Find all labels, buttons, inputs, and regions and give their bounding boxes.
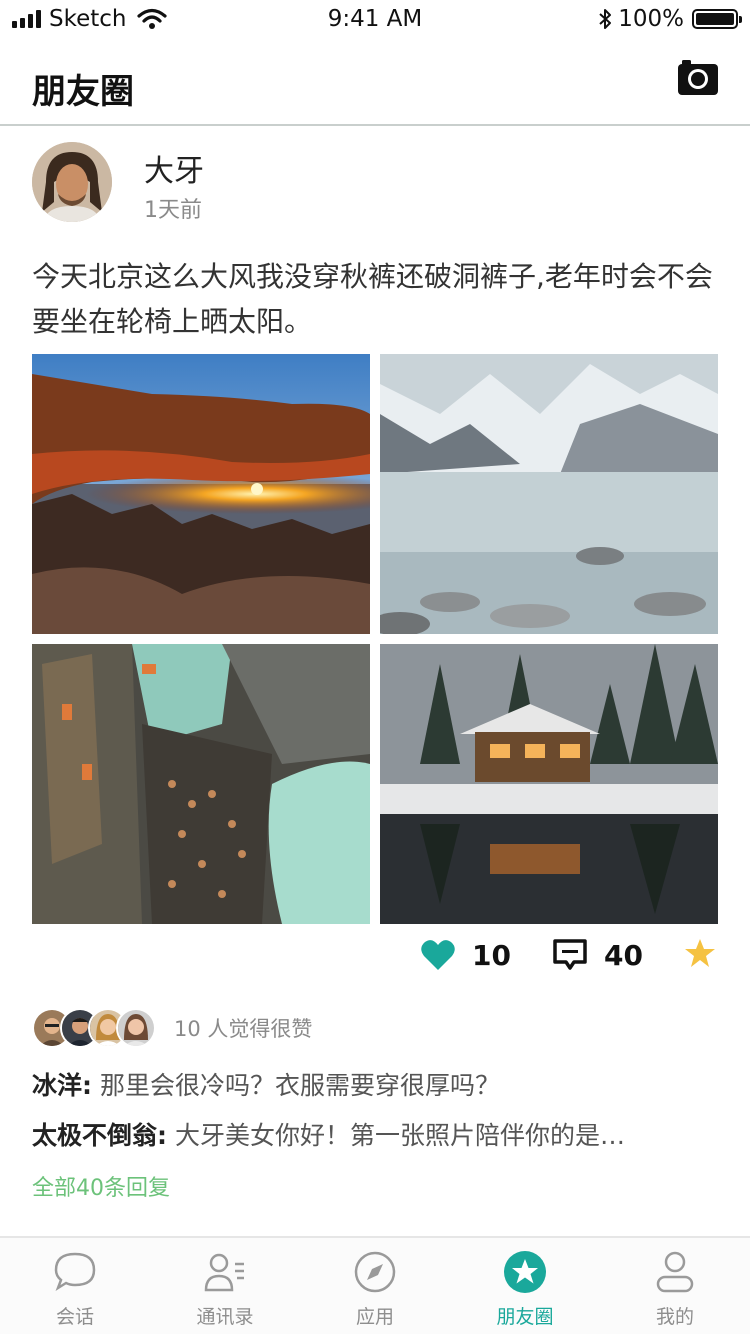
tab-label: 通讯录 bbox=[196, 1306, 254, 1328]
comment-text: 那里会很冷吗？衣服需要穿很厚吗？ bbox=[92, 1071, 500, 1100]
favorite-button[interactable] bbox=[684, 938, 716, 968]
post-time: 1天前 bbox=[144, 198, 202, 223]
comment-item[interactable]: 太极不倒翁: 大牙美女你好！第一张照片陪伴你的是… bbox=[32, 1116, 722, 1152]
tab-me[interactable]: 我的 bbox=[600, 1238, 750, 1334]
author-name[interactable]: 大牙 bbox=[144, 146, 204, 190]
tab-label: 朋友圈 bbox=[496, 1306, 554, 1328]
camera-icon[interactable] bbox=[676, 58, 720, 98]
avatar bbox=[116, 1008, 156, 1048]
comment-button[interactable]: 40 bbox=[552, 938, 643, 972]
post-actions: 10 40 bbox=[0, 938, 750, 982]
snowy-mountain-lake-photo[interactable] bbox=[380, 354, 718, 634]
post-text: 今天北京这么大风我没穿秋裤还破洞裤子,老年时会不会要坐在轮椅上晒太阳。 bbox=[32, 260, 713, 338]
likes-text: 10 人觉得很赞 bbox=[174, 1017, 313, 1041]
status-bar: Sketch 9:41 AM 100% bbox=[0, 0, 750, 40]
star-icon bbox=[685, 939, 715, 967]
tab-contacts[interactable]: 通讯录 bbox=[150, 1238, 300, 1334]
post-header: 大牙 1天前 bbox=[32, 142, 722, 223]
contacts-icon bbox=[204, 1253, 244, 1292]
chat-icon bbox=[54, 1252, 96, 1292]
tab-moments[interactable]: 朋友圈 bbox=[450, 1238, 600, 1334]
battery-icon bbox=[692, 9, 742, 29]
compass-icon bbox=[354, 1251, 396, 1293]
photo-grid bbox=[32, 354, 718, 924]
star-icon bbox=[504, 1251, 546, 1293]
bluetooth-icon bbox=[599, 9, 612, 29]
page-title: 朋友圈 bbox=[32, 72, 134, 112]
avatar[interactable] bbox=[32, 142, 112, 222]
all-replies-link[interactable]: 全部40条回复 bbox=[32, 1170, 170, 1202]
comment-icon bbox=[553, 939, 587, 970]
comment-item[interactable]: 冰洋: 那里会很冷吗？衣服需要穿很厚吗？ bbox=[32, 1066, 722, 1102]
comment-author[interactable]: 太极不倒翁: bbox=[32, 1121, 167, 1150]
comment-text: 大牙美女你好！第一张照片陪伴你的是… bbox=[167, 1121, 625, 1150]
heart-icon bbox=[421, 940, 455, 970]
city-street-photo[interactable] bbox=[32, 644, 370, 924]
comment-author[interactable]: 冰洋: bbox=[32, 1071, 92, 1100]
tab-label: 会话 bbox=[55, 1306, 94, 1328]
tab-bar: 会话 通讯录 应用 朋友圈 我的 bbox=[0, 1236, 750, 1334]
user-icon bbox=[656, 1251, 694, 1293]
likes-row[interactable]: 10 人觉得很赞 bbox=[32, 1008, 312, 1048]
like-button[interactable]: 10 bbox=[420, 938, 511, 972]
comment-count: 40 bbox=[604, 938, 643, 972]
arch-sunset-photo[interactable] bbox=[32, 354, 370, 634]
battery-percent: 100% bbox=[618, 6, 684, 32]
tab-label: 我的 bbox=[655, 1306, 694, 1328]
tab-apps[interactable]: 应用 bbox=[300, 1238, 450, 1334]
tab-chat[interactable]: 会话 bbox=[0, 1238, 150, 1334]
like-count: 10 bbox=[472, 938, 511, 972]
winter-cabin-photo[interactable] bbox=[380, 644, 718, 924]
nav-bar: 朋友圈 bbox=[0, 40, 750, 126]
tab-label: 应用 bbox=[355, 1306, 394, 1328]
